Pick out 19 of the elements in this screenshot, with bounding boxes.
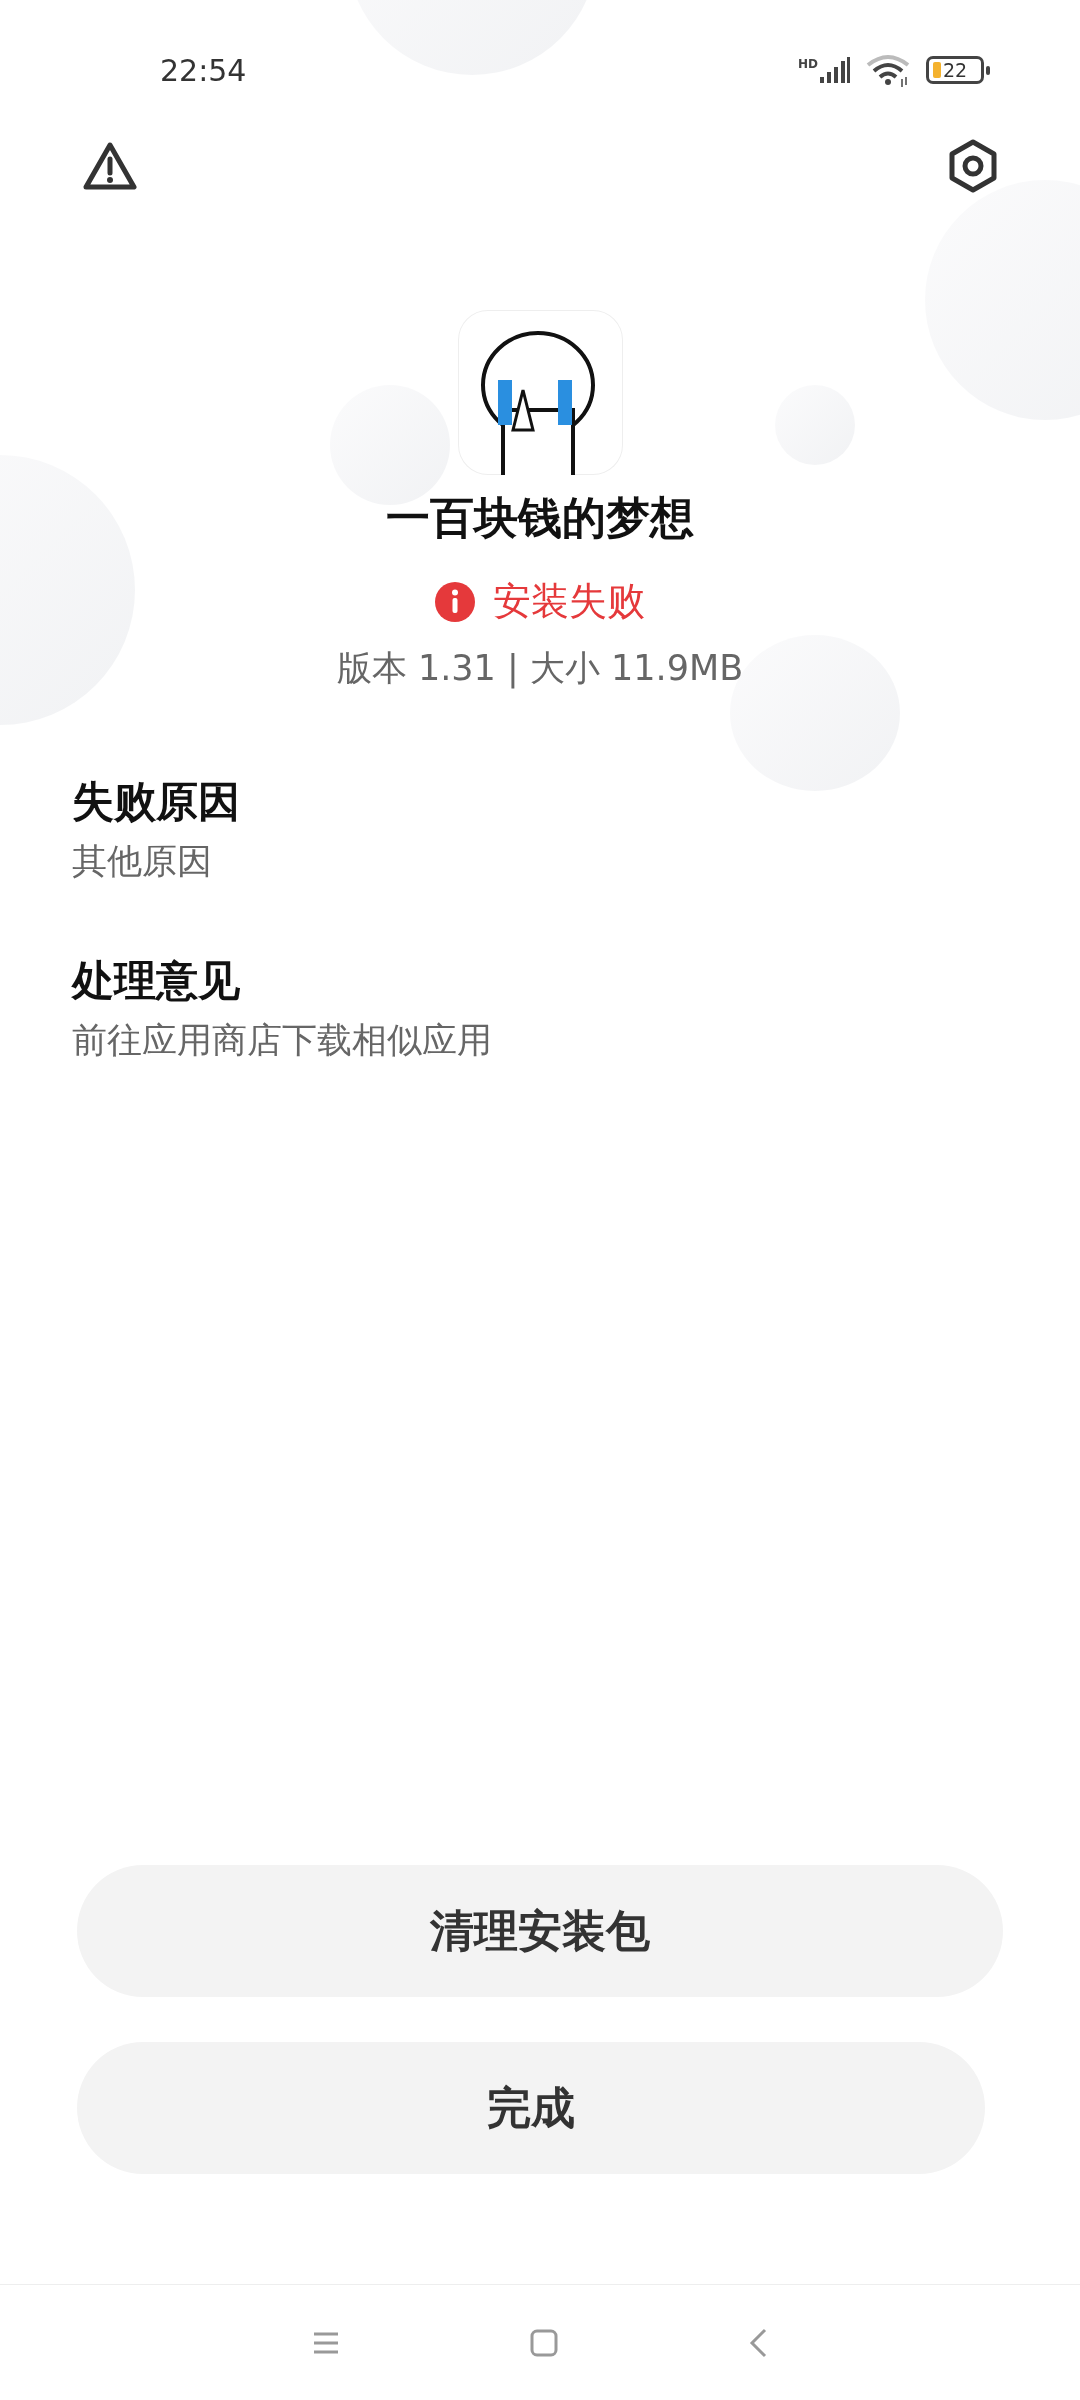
back-icon[interactable]	[748, 2327, 768, 2358]
section-text: 其他原因	[72, 840, 213, 883]
signal-icon	[820, 57, 850, 83]
section-title: 失败原因	[72, 776, 241, 828]
menu-icon[interactable]	[312, 2330, 340, 2355]
action-button[interactable]: 完成	[77, 2042, 985, 2174]
wifi-icon	[866, 53, 910, 87]
install-status: 安装失败	[493, 578, 645, 625]
home-icon[interactable]	[530, 2328, 558, 2357]
settings-icon[interactable]	[948, 139, 998, 193]
action-button[interactable]: 清理安装包	[77, 1865, 1003, 1997]
app-name: 一百块钱的梦想	[386, 491, 694, 545]
network-type: HD	[798, 57, 818, 71]
section-title: 处理意见	[72, 955, 241, 1007]
warning-icon[interactable]	[82, 141, 138, 191]
error-icon	[435, 581, 475, 622]
clock-time: 22:54	[160, 52, 247, 88]
section-text: 前往应用商店下载相似应用	[72, 1019, 493, 1062]
version-size: 版本 1.31 | 大小 11.9MB	[336, 647, 744, 691]
